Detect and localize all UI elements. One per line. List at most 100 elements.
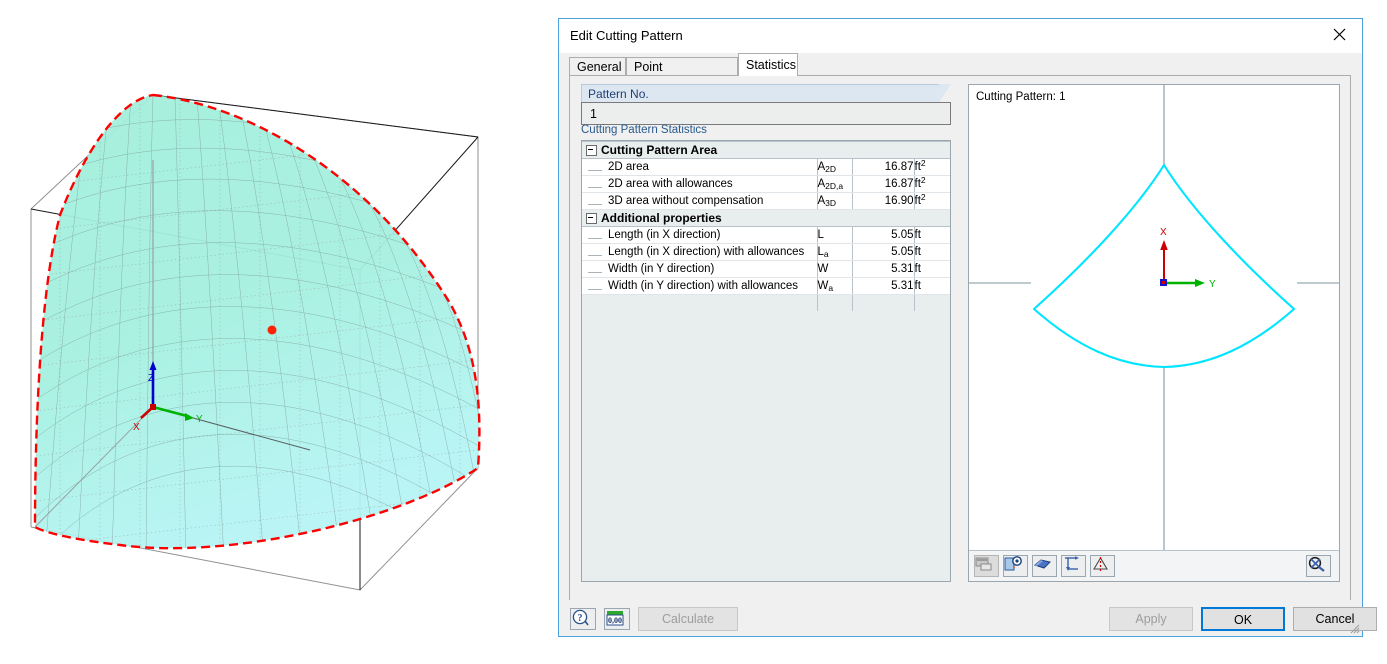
row-unit-exp: 2	[921, 158, 926, 168]
row-symbol-sub: 3D	[825, 198, 836, 208]
tab-statistics[interactable]: Statistics	[738, 53, 798, 76]
tree-connector	[588, 197, 602, 205]
row-unit: ft	[915, 229, 921, 241]
svg-text:Z: Z	[148, 373, 154, 384]
preview-canvas[interactable]: X Y	[969, 85, 1339, 551]
tree-connector	[588, 282, 602, 290]
row-unit: ft	[915, 161, 921, 173]
row-symbol-sub: a	[824, 249, 829, 259]
dimension-icon	[1062, 556, 1081, 572]
preview-toolbar	[969, 550, 1339, 581]
table-row[interactable]: 3D area without compensation A3D 16.90 f…	[582, 193, 950, 210]
tab-panel-statistics: Pattern No. 1 Cutting Pattern Statistics…	[569, 76, 1351, 601]
mirror-button[interactable]	[1090, 555, 1115, 577]
units-button[interactable]: 0,00	[604, 608, 630, 630]
membrane-surface	[35, 95, 479, 548]
pattern-no-input[interactable]: 1	[581, 102, 951, 125]
row-value: 16.90	[852, 193, 914, 210]
row-name: 2D area	[608, 161, 649, 173]
zoom-reset-button[interactable]	[1306, 555, 1331, 577]
calculate-button: Calculate	[638, 607, 738, 631]
pattern-no-header-corner	[939, 84, 951, 102]
row-symbol-sub: 2D	[825, 164, 836, 174]
row-name: Width (in Y direction)	[608, 263, 714, 275]
help-button[interactable]: ?	[570, 608, 596, 630]
group-header-row[interactable]: Additional properties	[582, 210, 950, 227]
row-symbol-sub: 2D,a	[825, 181, 843, 191]
row-unit: ft	[915, 263, 921, 275]
svg-text:Y: Y	[1209, 279, 1216, 290]
dialog-footer: ? 0,00 Calculate Apply OK Cancel	[559, 600, 1362, 636]
row-value: 5.05	[852, 227, 914, 244]
row-name: 3D area without compensation	[608, 195, 763, 207]
tree-connector	[588, 163, 602, 171]
zoom-reset-icon	[1307, 556, 1326, 572]
row-symbol: W	[818, 280, 829, 292]
table-row[interactable]: Length (in X direction) L 5.05 ft	[582, 227, 950, 244]
resize-grip[interactable]	[1348, 622, 1360, 634]
view-settings-icon	[1004, 556, 1023, 572]
node-marker[interactable]	[268, 326, 277, 335]
model-3d-canvas: Z Y X	[0, 0, 520, 664]
close-icon	[1333, 28, 1346, 41]
table-row[interactable]: 2D area with allowances A2D,a 16.87 ft2	[582, 176, 950, 193]
collapse-icon[interactable]	[586, 213, 597, 224]
row-value: 5.31	[852, 261, 914, 278]
row-value: 5.05	[852, 244, 914, 261]
row-value: 16.87	[852, 159, 914, 176]
close-button[interactable]	[1318, 19, 1362, 50]
svg-text:?: ?	[578, 613, 583, 624]
row-name: Length (in X direction)	[608, 229, 721, 241]
print-preview-button	[974, 555, 999, 577]
ok-button[interactable]: OK	[1201, 607, 1285, 631]
dimension-button[interactable]	[1061, 555, 1086, 577]
row-value: 16.87	[852, 176, 914, 193]
dialog-titlebar: Edit Cutting Pattern	[559, 19, 1362, 53]
svg-text:Y: Y	[196, 414, 203, 425]
svg-text:X: X	[133, 422, 140, 433]
tab-strip: General Point Coordinates Statistics	[569, 53, 1351, 76]
group-label: Cutting Pattern Area	[601, 143, 717, 157]
row-symbol: W	[818, 263, 829, 275]
tab-point-coordinates[interactable]: Point Coordinates	[626, 57, 738, 76]
print-preview-icon	[975, 556, 994, 572]
row-name: Length (in X direction) with allowances	[608, 246, 804, 258]
surface-render-button[interactable]	[1032, 555, 1057, 577]
surface-render-icon	[1033, 556, 1052, 572]
help-icon: ?	[571, 609, 591, 627]
tree-connector	[588, 180, 602, 188]
statistics-table[interactable]: Cutting Pattern Area 2D area A2D 16.87 f…	[581, 140, 951, 582]
row-unit-exp: 2	[921, 192, 926, 202]
axis-indicator-2d: X Y	[1160, 227, 1216, 290]
group-header-row[interactable]: Cutting Pattern Area	[582, 142, 950, 159]
edit-cutting-pattern-dialog: Edit Cutting Pattern General Point Coord…	[558, 18, 1363, 637]
mirror-icon	[1091, 556, 1110, 572]
table-row[interactable]: Length (in X direction) with allowances …	[582, 244, 950, 261]
row-unit: ft	[915, 246, 921, 258]
table-empty-area	[582, 295, 950, 312]
row-symbol: L	[818, 229, 824, 241]
pattern-no-group: Pattern No. 1	[581, 84, 951, 125]
tree-connector	[588, 231, 602, 239]
table-row[interactable]: Width (in Y direction) W 5.31 ft	[582, 261, 950, 278]
model-3d-viewport[interactable]: Z Y X	[0, 0, 520, 664]
collapse-icon[interactable]	[586, 145, 597, 156]
pattern-no-label: Pattern No.	[581, 84, 941, 102]
pattern-no-header: Pattern No.	[581, 84, 951, 102]
tree-connector	[588, 265, 602, 273]
group-label: Additional properties	[601, 211, 722, 225]
svg-text:X: X	[1160, 227, 1167, 238]
table-row[interactable]: 2D area A2D 16.87 ft2	[582, 159, 950, 176]
cancel-button[interactable]: Cancel	[1293, 607, 1377, 631]
cutting-pattern-preview[interactable]: Cutting Pattern: 1 X Y	[968, 84, 1340, 582]
row-unit: ft	[915, 195, 921, 207]
tab-general[interactable]: General	[569, 57, 626, 76]
row-symbol: L	[818, 246, 824, 258]
row-name: 2D area with allowances	[608, 178, 733, 190]
svg-text:0,00: 0,00	[608, 616, 622, 625]
view-settings-button[interactable]	[1003, 555, 1028, 577]
row-unit: ft	[915, 178, 921, 190]
table-row[interactable]: Width (in Y direction) with allowances W…	[582, 278, 950, 295]
row-value: 5.31	[852, 278, 914, 295]
preview-label: Cutting Pattern: 1	[976, 91, 1066, 103]
